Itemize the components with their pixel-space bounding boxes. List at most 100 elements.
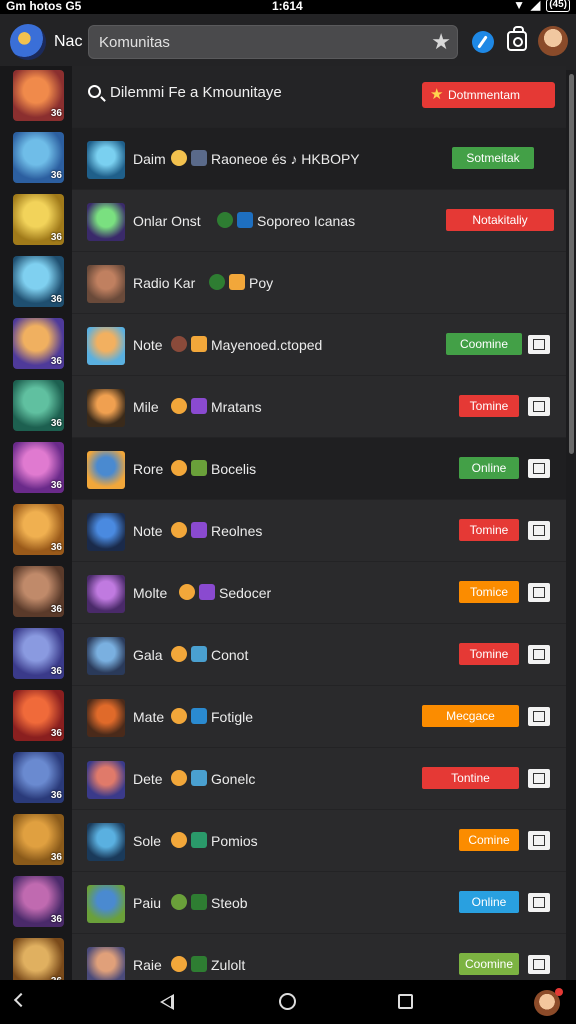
recents-button[interactable] xyxy=(398,994,413,1009)
open-icon[interactable] xyxy=(528,521,550,540)
emoji-icon xyxy=(171,708,187,724)
item-subtitle: Fotigle xyxy=(211,709,254,725)
open-icon[interactable] xyxy=(528,583,550,602)
emoji-icon xyxy=(191,522,207,538)
sidebar-item-badge: 36 xyxy=(50,232,62,243)
item-subtitle: Bocelis xyxy=(211,461,257,477)
sidebar-item[interactable]: 36 xyxy=(13,628,64,679)
sidebar-item[interactable]: 36 xyxy=(13,318,64,369)
sidebar-item[interactable]: 36 xyxy=(13,256,64,307)
status-button[interactable]: Sotmeitak xyxy=(452,147,534,169)
list-item[interactable]: Paiu Steob Online xyxy=(72,872,566,934)
documentation-button[interactable]: Dotmmentam xyxy=(422,82,555,108)
scrollbar[interactable] xyxy=(569,74,574,454)
app-logo[interactable] xyxy=(10,24,46,60)
search-icon[interactable] xyxy=(88,85,101,98)
emoji-icon xyxy=(191,832,207,848)
status-button[interactable]: Tomine xyxy=(459,519,519,541)
sidebar-item-badge: 36 xyxy=(50,604,62,615)
home-button[interactable] xyxy=(279,993,296,1010)
list-item[interactable]: Mile Mratans Tomine xyxy=(72,376,566,438)
status-button[interactable]: Coomine xyxy=(446,333,522,355)
list-item[interactable]: Mate Fotigle Mecgace xyxy=(72,686,566,748)
open-icon[interactable] xyxy=(528,335,550,354)
star-icon[interactable]: ★ xyxy=(431,29,451,55)
item-name: Molte xyxy=(133,585,168,601)
open-icon[interactable] xyxy=(528,397,550,416)
emoji-icon xyxy=(191,150,207,166)
list-item[interactable]: Molte Sedocer Tomice xyxy=(72,562,566,624)
back-chevron-icon[interactable] xyxy=(13,992,29,1008)
sidebar-item[interactable]: 36 xyxy=(13,690,64,741)
open-icon[interactable] xyxy=(528,831,550,850)
compass-icon[interactable] xyxy=(472,31,494,53)
open-icon[interactable] xyxy=(528,645,550,664)
sidebar-item[interactable]: 36 xyxy=(13,442,64,493)
back-button[interactable] xyxy=(160,994,174,1010)
item-subtitle: Conot xyxy=(211,647,249,663)
emoji-icon xyxy=(209,274,225,290)
list-item[interactable]: Radio Kar Poy xyxy=(72,252,566,314)
status-button[interactable]: Notakitaliy xyxy=(446,209,554,231)
open-icon[interactable] xyxy=(528,955,550,974)
sidebar-item[interactable]: 36 xyxy=(13,132,64,183)
status-button[interactable]: Tontine xyxy=(422,767,519,789)
search-bar[interactable]: ★ xyxy=(88,25,458,59)
item-subtitle: Raoneoe és ♪ HKBOPY xyxy=(211,151,360,167)
open-icon[interactable] xyxy=(528,459,550,478)
list-item[interactable]: Dete Gonelc Tontine xyxy=(72,748,566,810)
status-button[interactable]: Coomine xyxy=(459,953,519,975)
open-icon[interactable] xyxy=(528,707,550,726)
list-item[interactable]: Note Mayenoed.ctoped Coomine xyxy=(72,314,566,376)
status-button[interactable]: Online xyxy=(459,457,519,479)
status-button[interactable]: Tomine xyxy=(459,395,519,417)
item-name: Raie xyxy=(133,957,162,973)
avatar xyxy=(87,451,125,489)
sidebar-item[interactable]: 36 xyxy=(13,380,64,431)
search-input[interactable] xyxy=(99,32,419,52)
list-item[interactable]: Gala Conot Tomine xyxy=(72,624,566,686)
emoji-icon xyxy=(191,770,207,786)
avatar xyxy=(87,823,125,861)
list-item[interactable]: Daim Raoneoe és ♪ HKBOPY Sotmeitak xyxy=(72,128,566,190)
avatar xyxy=(87,637,125,675)
item-name: Rore xyxy=(133,461,164,477)
sidebar-item[interactable]: 36 xyxy=(13,504,64,555)
status-button[interactable]: Comine xyxy=(459,829,519,851)
emoji-icon xyxy=(171,894,187,910)
notification-avatar[interactable] xyxy=(534,988,563,1016)
status-button[interactable]: Tomice xyxy=(459,581,519,603)
emoji-icon xyxy=(171,770,187,786)
sidebar: 363636363636363636363636363636 xyxy=(0,66,72,989)
list-item[interactable]: Onlar Onst Soporeo Icanas Notakitaliy xyxy=(72,190,566,252)
sidebar-item-badge: 36 xyxy=(50,480,62,491)
sidebar-item[interactable]: 36 xyxy=(13,194,64,245)
open-icon[interactable] xyxy=(528,769,550,788)
item-subtitle: Gonelc xyxy=(211,771,256,787)
status-button[interactable]: Online xyxy=(459,891,519,913)
item-name: Dete xyxy=(133,771,163,787)
status-button[interactable]: Tomine xyxy=(459,643,519,665)
sidebar-item[interactable]: 36 xyxy=(13,876,64,927)
open-icon[interactable] xyxy=(528,893,550,912)
item-subtitle: Poy xyxy=(249,275,274,291)
avatar xyxy=(87,575,125,613)
sidebar-item[interactable]: 36 xyxy=(13,814,64,865)
status-button[interactable]: Mecgace xyxy=(422,705,519,727)
item-name: Paiu xyxy=(133,895,162,911)
sidebar-item[interactable]: 36 xyxy=(13,752,64,803)
list-item[interactable]: Sole Pomios Comine xyxy=(72,810,566,872)
emoji-icon xyxy=(171,398,187,414)
profile-avatar[interactable] xyxy=(538,26,568,56)
sidebar-item-badge: 36 xyxy=(50,790,62,801)
sidebar-item[interactable]: 36 xyxy=(13,70,64,121)
list-item[interactable]: Rore Bocelis Online xyxy=(72,438,566,500)
camera-icon[interactable] xyxy=(507,26,527,51)
sidebar-item[interactable]: 36 xyxy=(13,566,64,617)
item-name: Gala xyxy=(133,647,163,663)
emoji-icon xyxy=(217,212,233,228)
app-name: Nac xyxy=(54,33,83,50)
emoji-icon xyxy=(171,460,187,476)
avatar xyxy=(87,203,125,241)
list-item[interactable]: Note Reolnes Tomine xyxy=(72,500,566,562)
